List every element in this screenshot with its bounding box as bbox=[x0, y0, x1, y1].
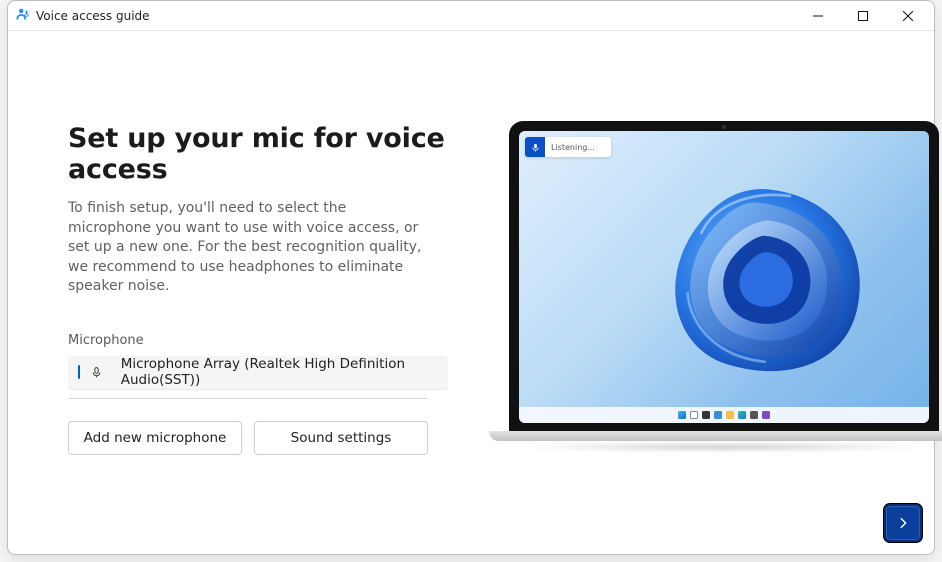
taskbar-search-icon bbox=[690, 411, 698, 419]
maximize-button[interactable] bbox=[840, 1, 885, 31]
voice-access-mic-icon bbox=[525, 137, 545, 157]
titlebar: Voice access guide bbox=[8, 1, 934, 31]
active-indicator bbox=[78, 365, 80, 379]
taskbar-widgets-icon bbox=[714, 411, 722, 419]
taskbar-taskview-icon bbox=[702, 411, 710, 419]
voice-access-status-text: Listening... bbox=[551, 143, 595, 152]
taskbar-explorer-icon bbox=[726, 411, 734, 419]
selected-microphone-name: Microphone Array (Realtek High Definitio… bbox=[121, 356, 438, 388]
app-icon bbox=[16, 6, 30, 25]
sound-settings-button[interactable]: Sound settings bbox=[254, 421, 428, 455]
camera-dot bbox=[722, 125, 726, 129]
button-row: Add new microphone Sound settings bbox=[68, 421, 448, 455]
taskbar-start-icon bbox=[678, 411, 686, 419]
microphone-selector[interactable]: Microphone Array (Realtek High Definitio… bbox=[68, 356, 448, 390]
microphone-icon bbox=[90, 366, 103, 379]
minimize-button[interactable] bbox=[795, 1, 840, 31]
laptop-illustration: Listening... bbox=[489, 101, 939, 481]
content-area: Set up your mic for voice access To fini… bbox=[8, 31, 934, 554]
taskbar-app-icon bbox=[762, 411, 770, 419]
laptop-screen: Listening... bbox=[519, 131, 929, 423]
divider bbox=[68, 398, 428, 399]
windows-bloom-graphic bbox=[629, 159, 899, 399]
next-button[interactable] bbox=[884, 504, 922, 542]
taskbar bbox=[519, 407, 929, 423]
setup-panel: Set up your mic for voice access To fini… bbox=[68, 123, 448, 455]
close-button[interactable] bbox=[885, 1, 930, 31]
title-left: Voice access guide bbox=[16, 6, 150, 25]
taskbar-edge-icon bbox=[738, 411, 746, 419]
microphone-field-label: Microphone bbox=[68, 333, 448, 348]
voice-access-status-bar: Listening... bbox=[525, 137, 611, 157]
page-description: To finish setup, you'll need to select t… bbox=[68, 199, 428, 297]
laptop-shadow bbox=[509, 443, 939, 451]
taskbar-store-icon bbox=[750, 411, 758, 419]
laptop-body: Listening... bbox=[509, 121, 939, 433]
window-controls bbox=[795, 1, 930, 31]
add-new-microphone-button[interactable]: Add new microphone bbox=[68, 421, 242, 455]
window-title: Voice access guide bbox=[36, 9, 150, 23]
laptop-base bbox=[489, 431, 942, 441]
voice-access-guide-window: Voice access guide Set up your mic for v… bbox=[7, 0, 935, 555]
page-heading: Set up your mic for voice access bbox=[68, 123, 448, 185]
